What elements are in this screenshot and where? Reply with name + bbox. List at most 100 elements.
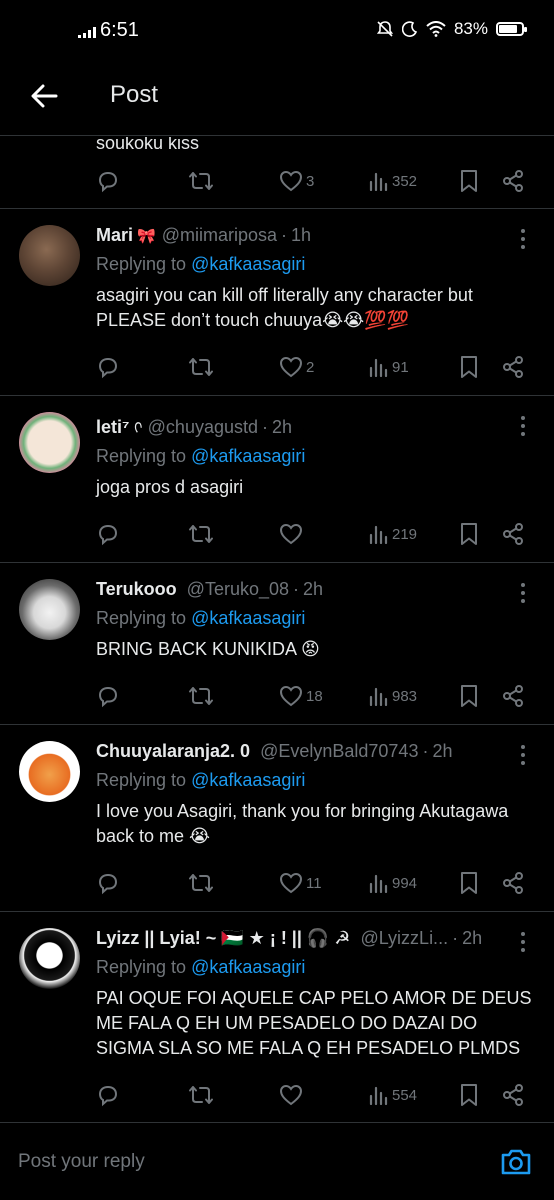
user-handle[interactable]: @Teruko_08 bbox=[187, 579, 289, 600]
reply-meta: Mari 🎀 @miimariposa · 1h bbox=[96, 225, 534, 246]
share-icon bbox=[503, 1084, 523, 1106]
like-button[interactable]: 3 bbox=[279, 170, 314, 192]
avatar[interactable] bbox=[19, 579, 80, 640]
share-icon bbox=[503, 523, 523, 545]
reply-button[interactable] bbox=[96, 684, 120, 708]
camera-icon[interactable] bbox=[500, 1147, 532, 1177]
bookmark-button[interactable] bbox=[459, 522, 479, 546]
reply-icon bbox=[98, 686, 118, 708]
display-name[interactable]: leti⁷ bbox=[96, 417, 129, 438]
views-icon bbox=[369, 525, 388, 544]
mention-link[interactable]: @kafkaasagiri bbox=[191, 770, 305, 790]
user-handle[interactable]: @chuyagustd bbox=[148, 417, 258, 438]
bookmark-icon bbox=[461, 523, 477, 545]
reply-icon bbox=[98, 873, 118, 895]
display-name[interactable]: Lyizz || Lyia! ~ 🇵🇸 ★ ¡ ! || 🎧 ☭ bbox=[96, 928, 350, 949]
share-button[interactable] bbox=[501, 1083, 525, 1107]
reply-button[interactable] bbox=[96, 355, 120, 379]
share-button[interactable] bbox=[501, 684, 525, 708]
avatar[interactable] bbox=[19, 928, 80, 989]
back-button[interactable] bbox=[26, 78, 62, 114]
timestamp[interactable]: 2h bbox=[272, 417, 292, 438]
views-button[interactable]: 554 bbox=[369, 1085, 417, 1105]
bookmark-button[interactable] bbox=[459, 1083, 479, 1107]
more-icon[interactable] bbox=[518, 583, 528, 603]
views-button[interactable]: 983 bbox=[369, 686, 417, 706]
reply-item[interactable]: Mari 🎀 @miimariposa · 1h Replying to @ka… bbox=[0, 209, 554, 396]
views-button[interactable]: 994 bbox=[369, 873, 417, 893]
share-button[interactable] bbox=[501, 871, 525, 895]
retweet-button[interactable] bbox=[188, 684, 214, 708]
display-name[interactable]: Terukooo bbox=[96, 579, 177, 600]
name-badge: ᢉ bbox=[133, 420, 142, 437]
user-handle[interactable]: @EvelynBald70743 bbox=[260, 741, 418, 762]
reply-icon bbox=[98, 357, 118, 379]
like-button[interactable] bbox=[279, 1084, 306, 1106]
reply-button[interactable] bbox=[96, 1083, 120, 1107]
reply-button[interactable] bbox=[96, 871, 120, 895]
views-button[interactable]: 91 bbox=[369, 357, 409, 377]
name-badge: 🎀 bbox=[137, 228, 156, 245]
reply-item[interactable]: Chuuyalaranja2. 0 @EvelynBald70743 · 2h … bbox=[0, 725, 554, 912]
like-button[interactable] bbox=[279, 523, 306, 545]
reply-partial[interactable]: soukoku kiss 3 352 bbox=[0, 137, 554, 209]
more-icon[interactable] bbox=[518, 416, 528, 436]
reply-item[interactable]: Lyizz || Lyia! ~ 🇵🇸 ★ ¡ ! || 🎧 ☭ @LyizzL… bbox=[0, 912, 554, 1122]
views-button[interactable]: 352 bbox=[369, 171, 417, 191]
timestamp[interactable]: 1h bbox=[291, 225, 311, 246]
reply-meta: leti⁷ ᢉ @chuyagustd · 2h bbox=[96, 412, 534, 438]
reply-icon bbox=[98, 1085, 118, 1107]
battery-percent: 83% bbox=[453, 19, 488, 38]
reply-text: PAI OQUE FOI AQUELE CAP PELO AMOR DE DEU… bbox=[96, 988, 532, 1058]
bookmark-button[interactable] bbox=[459, 871, 479, 895]
more-icon[interactable] bbox=[518, 745, 528, 765]
heart-icon bbox=[279, 170, 303, 192]
retweet-button[interactable] bbox=[188, 871, 214, 895]
avatar[interactable] bbox=[19, 412, 80, 473]
action-bar: 3 352 bbox=[96, 153, 536, 209]
reply-feed[interactable]: soukoku kiss 3 352 Mari 🎀 @miimariposa ·… bbox=[0, 137, 554, 1122]
mention-link[interactable]: @kafkaasagiri bbox=[191, 254, 305, 274]
avatar[interactable] bbox=[19, 225, 80, 286]
timestamp[interactable]: 2h bbox=[432, 741, 452, 762]
views-button[interactable]: 219 bbox=[369, 524, 417, 544]
reply-item[interactable]: leti⁷ ᢉ @chuyagustd · 2h Replying to @ka… bbox=[0, 396, 554, 563]
views-icon bbox=[369, 687, 388, 706]
reply-input[interactable]: Post your reply bbox=[18, 1151, 145, 1173]
mention-link[interactable]: @kafkaasagiri bbox=[191, 608, 305, 628]
bookmark-button[interactable] bbox=[459, 684, 479, 708]
share-icon bbox=[503, 356, 523, 378]
views-icon bbox=[369, 1086, 388, 1105]
user-handle[interactable]: @miimariposa bbox=[162, 225, 277, 246]
retweet-button[interactable] bbox=[188, 1083, 214, 1107]
more-icon[interactable] bbox=[518, 932, 528, 952]
reply-button[interactable] bbox=[96, 169, 120, 193]
reply-icon bbox=[98, 524, 118, 546]
bookmark-button[interactable] bbox=[459, 169, 479, 193]
share-button[interactable] bbox=[501, 355, 525, 379]
bookmark-button[interactable] bbox=[459, 355, 479, 379]
mention-link[interactable]: @kafkaasagiri bbox=[191, 957, 305, 977]
timestamp[interactable]: 2h bbox=[462, 928, 482, 949]
reply-meta: Lyizz || Lyia! ~ 🇵🇸 ★ ¡ ! || 🎧 ☭ @LyizzL… bbox=[96, 928, 534, 949]
like-button[interactable]: 18 bbox=[279, 685, 323, 707]
share-button[interactable] bbox=[501, 169, 525, 193]
timestamp[interactable]: 2h bbox=[303, 579, 323, 600]
user-handle[interactable]: @LyizzLi... bbox=[360, 928, 448, 949]
share-button[interactable] bbox=[501, 522, 525, 546]
display-name[interactable]: Mari bbox=[96, 225, 133, 246]
mention-link[interactable]: @kafkaasagiri bbox=[191, 446, 305, 466]
display-name[interactable]: Chuuyalaranja2. 0 bbox=[96, 741, 250, 762]
like-button[interactable]: 2 bbox=[279, 356, 314, 378]
avatar[interactable] bbox=[19, 741, 80, 802]
reply-button[interactable] bbox=[96, 522, 120, 546]
views-icon bbox=[369, 172, 388, 191]
retweet-button[interactable] bbox=[188, 522, 214, 546]
like-button[interactable]: 11 bbox=[279, 872, 322, 894]
more-icon[interactable] bbox=[518, 229, 528, 249]
retweet-button[interactable] bbox=[188, 355, 214, 379]
retweet-button[interactable] bbox=[188, 169, 214, 193]
heart-icon bbox=[279, 685, 303, 707]
action-bar: 219 bbox=[96, 506, 534, 562]
reply-item[interactable]: Terukooo @Teruko_08 · 2h Replying to @ka… bbox=[0, 563, 554, 725]
